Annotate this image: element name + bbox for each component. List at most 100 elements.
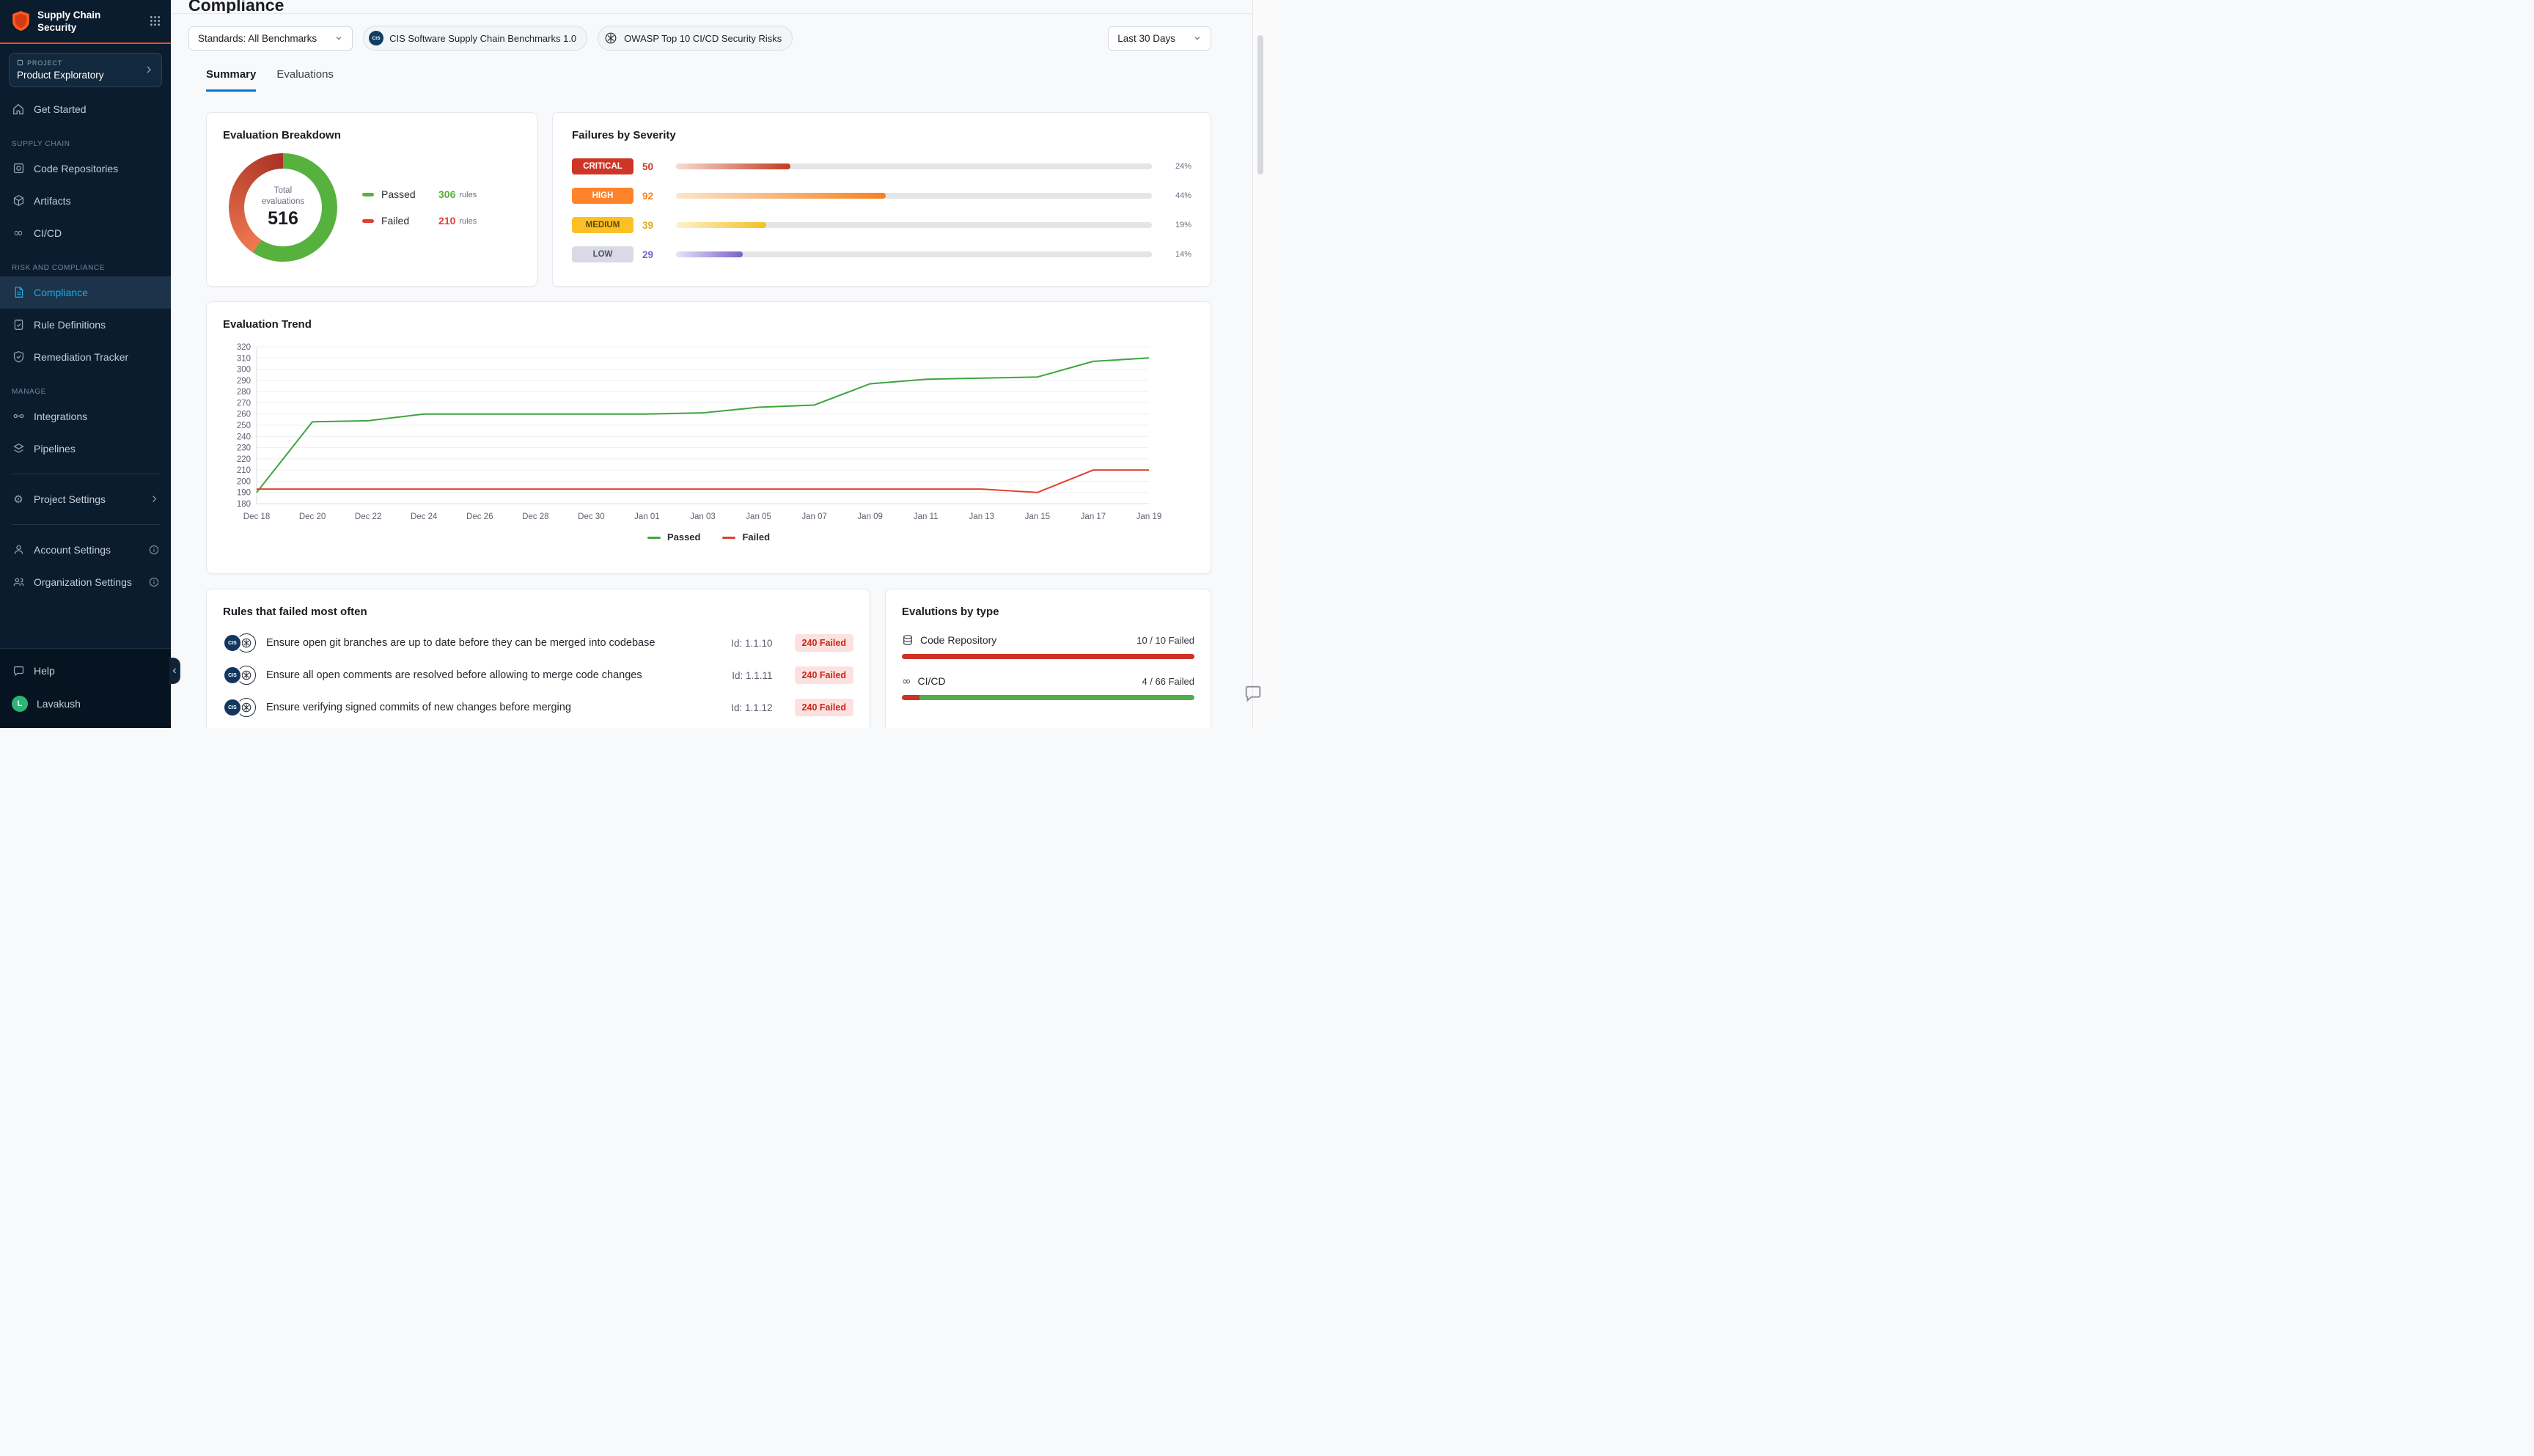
page-title: Compliance [188, 0, 284, 13]
module-switcher-icon[interactable] [150, 15, 161, 29]
sidebar-item-get-started[interactable]: Get Started [0, 93, 171, 125]
sidebar-item-label: Help [34, 663, 55, 678]
severity-percent: 44% [1161, 191, 1191, 200]
cis-logo-icon: CIS [223, 698, 242, 717]
rule-text: Ensure verifying signed commits of new c… [266, 702, 721, 713]
severity-count: 92 [642, 191, 667, 202]
filters-toolbar: Standards: All Benchmarks CIS CIS Softwa… [171, 14, 1267, 51]
sidebar-group-manage: MANAGE [0, 373, 171, 400]
severity-count: 50 [642, 161, 667, 172]
svg-text:Jan 13: Jan 13 [969, 512, 995, 521]
divider [12, 524, 159, 525]
breakdown-legend: Passed 306 rules Failed 210 rules [362, 188, 477, 227]
scrollbar-thumb[interactable] [1257, 35, 1263, 174]
sidebar-item-user[interactable]: L Lavakush [0, 687, 171, 721]
sidebar-item-label: Pipelines [34, 441, 76, 456]
svg-text:240: 240 [237, 433, 251, 441]
type-head: Code Repository 10 / 10 Failed [902, 634, 1194, 646]
svg-text:Jan 07: Jan 07 [801, 512, 827, 521]
project-selector[interactable]: PROJECT Product Exploratory [9, 53, 162, 87]
tab-evaluations[interactable]: Evaluations [276, 68, 334, 92]
infinity-icon: ∞ [902, 676, 911, 686]
sidebar-collapse-handle[interactable] [169, 658, 180, 684]
sidebar-item-account-settings[interactable]: Account Settings [0, 534, 171, 566]
legend-dash-failed [722, 537, 735, 539]
trend-legend-failed: Failed [722, 532, 770, 543]
cube-icon [12, 194, 25, 207]
standards-filter-select[interactable]: Standards: All Benchmarks [188, 26, 353, 51]
sidebar-item-compliance[interactable]: Compliance [0, 276, 171, 309]
sidebar-item-label: Remediation Tracker [34, 350, 128, 364]
sidebar-item-artifacts[interactable]: Artifacts [0, 185, 171, 217]
sidebar-item-rule-definitions[interactable]: Rule Definitions [0, 309, 171, 341]
rule-row[interactable]: CIS Ensure open git branches are up to d… [223, 627, 853, 659]
type-progress-bar [902, 654, 1194, 659]
svg-text:190: 190 [237, 489, 251, 498]
page-header: Compliance [171, 0, 1267, 13]
sidebar-footer: Help L Lavakush [0, 648, 171, 728]
sidebar-item-label: Code Repositories [34, 161, 118, 176]
svg-text:320: 320 [237, 343, 251, 352]
sidebar-item-help[interactable]: Help [0, 655, 171, 687]
svg-text:260: 260 [237, 411, 251, 419]
legend-label: Failed [381, 215, 428, 227]
type-progress-failed [902, 695, 919, 700]
clipboard-icon [12, 318, 25, 331]
legend-dash-failed [362, 219, 374, 223]
repo-icon [12, 162, 25, 174]
sidebar-item-integrations[interactable]: Integrations [0, 400, 171, 433]
benchmark-chip-cis[interactable]: CIS CIS Software Supply Chain Benchmarks… [363, 26, 587, 51]
svg-text:200: 200 [237, 477, 251, 486]
severity-badge: CRITICAL [572, 158, 634, 174]
date-range-value: Last 30 Days [1117, 33, 1175, 44]
chat-help-icon[interactable] [1241, 681, 1266, 706]
svg-text:310: 310 [237, 354, 251, 363]
standards-filter-value: Standards: All Benchmarks [198, 33, 317, 44]
sidebar-item-project-settings[interactable]: ⚙ Project Settings [0, 483, 171, 515]
scrollbar[interactable] [1252, 0, 1267, 728]
app-root: Supply Chain Security PROJECT Product Ex… [0, 0, 1267, 728]
severity-badge: MEDIUM [572, 217, 634, 233]
rule-text: Ensure all open comments are resolved be… [266, 669, 721, 681]
legend-label: Passed [381, 188, 428, 200]
legend-dash-passed [647, 537, 661, 539]
tab-summary[interactable]: Summary [206, 68, 256, 92]
severity-percent: 24% [1161, 162, 1191, 171]
svg-text:290: 290 [237, 377, 251, 386]
svg-text:280: 280 [237, 388, 251, 397]
rule-row[interactable]: CIS Ensure all open comments are resolve… [223, 659, 853, 691]
rule-failed-badge: 240 Failed [795, 666, 853, 684]
type-label: CI/CD [918, 675, 946, 687]
svg-text:Jan 15: Jan 15 [1025, 512, 1051, 521]
sidebar-item-remediation-tracker[interactable]: Remediation Tracker [0, 341, 171, 373]
sidebar-group-risk-compliance: RISK AND COMPLIANCE [0, 249, 171, 276]
people-icon [12, 576, 25, 588]
brand-title: Supply Chain Security [37, 10, 142, 34]
severity-row-medium: MEDIUM 39 19% [572, 210, 1191, 240]
date-range-select[interactable]: Last 30 Days [1108, 26, 1211, 51]
severity-badge: LOW [572, 246, 634, 262]
sidebar-item-label: Organization Settings [34, 575, 132, 589]
sidebar-item-pipelines[interactable]: Pipelines [0, 433, 171, 465]
benchmark-chip-owasp[interactable]: OWASP Top 10 CI/CD Security Risks [598, 26, 793, 51]
severity-count: 29 [642, 249, 667, 260]
type-label: Code Repository [920, 634, 996, 646]
sidebar-item-cicd[interactable]: ∞ CI/CD [0, 217, 171, 249]
chat-bubble-icon [12, 665, 25, 677]
chip-label: CIS Software Supply Chain Benchmarks 1.0 [389, 33, 576, 44]
type-group-cicd: ∞ CI/CD 4 / 66 Failed [902, 675, 1194, 700]
chevron-down-icon [334, 34, 343, 43]
sidebar-item-organization-settings[interactable]: Organization Settings [0, 566, 171, 598]
svg-text:Jan 17: Jan 17 [1081, 512, 1106, 521]
sidebar-item-label: CI/CD [34, 226, 62, 240]
sidebar-item-code-repositories[interactable]: Code Repositories [0, 152, 171, 185]
rule-row[interactable]: CIS Ensure verifying signed commits of n… [223, 691, 853, 724]
donut-center-label: Total evaluations [254, 185, 312, 207]
brand-line1: Supply Chain [37, 10, 142, 22]
severity-percent: 19% [1161, 221, 1191, 229]
severity-bar-fill [676, 222, 766, 228]
type-status: 4 / 66 Failed [1142, 676, 1194, 687]
brand-shield-icon [12, 10, 30, 34]
failed-count: 210 [438, 215, 455, 227]
rule-failed-badge: 240 Failed [795, 699, 853, 716]
